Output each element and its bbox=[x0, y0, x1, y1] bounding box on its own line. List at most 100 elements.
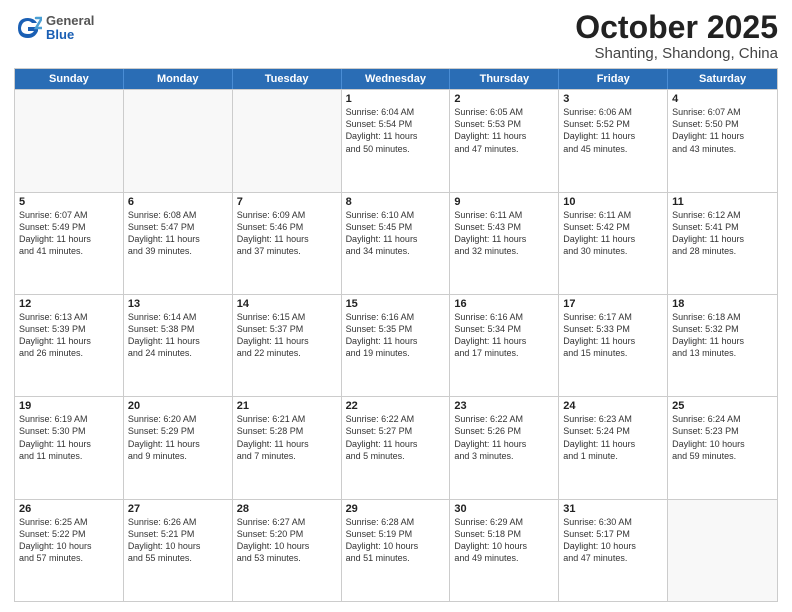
day-number: 31 bbox=[563, 503, 663, 515]
header-cell-sunday: Sunday bbox=[15, 69, 124, 89]
logo: General Blue bbox=[14, 14, 94, 43]
logo-general: General bbox=[46, 14, 94, 28]
day-number: 2 bbox=[454, 93, 554, 105]
day-info: Sunrise: 6:07 AM Sunset: 5:50 PM Dayligh… bbox=[672, 106, 773, 155]
day-info: Sunrise: 6:21 AM Sunset: 5:28 PM Dayligh… bbox=[237, 413, 337, 462]
day-info: Sunrise: 6:23 AM Sunset: 5:24 PM Dayligh… bbox=[563, 413, 663, 462]
calendar-cell: 31Sunrise: 6:30 AM Sunset: 5:17 PM Dayli… bbox=[559, 500, 668, 601]
day-number: 19 bbox=[19, 400, 119, 412]
day-info: Sunrise: 6:05 AM Sunset: 5:53 PM Dayligh… bbox=[454, 106, 554, 155]
day-number: 12 bbox=[19, 298, 119, 310]
day-info: Sunrise: 6:20 AM Sunset: 5:29 PM Dayligh… bbox=[128, 413, 228, 462]
calendar-row-2: 12Sunrise: 6:13 AM Sunset: 5:39 PM Dayli… bbox=[15, 294, 777, 396]
day-number: 4 bbox=[672, 93, 773, 105]
calendar-cell bbox=[15, 90, 124, 191]
header-cell-tuesday: Tuesday bbox=[233, 69, 342, 89]
day-number: 23 bbox=[454, 400, 554, 412]
location: Shanting, Shandong, China bbox=[575, 45, 778, 62]
calendar-cell: 5Sunrise: 6:07 AM Sunset: 5:49 PM Daylig… bbox=[15, 193, 124, 294]
day-info: Sunrise: 6:18 AM Sunset: 5:32 PM Dayligh… bbox=[672, 311, 773, 360]
day-number: 8 bbox=[346, 196, 446, 208]
calendar: SundayMondayTuesdayWednesdayThursdayFrid… bbox=[14, 68, 778, 602]
calendar-cell: 24Sunrise: 6:23 AM Sunset: 5:24 PM Dayli… bbox=[559, 397, 668, 498]
calendar-row-0: 1Sunrise: 6:04 AM Sunset: 5:54 PM Daylig… bbox=[15, 89, 777, 191]
day-number: 29 bbox=[346, 503, 446, 515]
day-number: 17 bbox=[563, 298, 663, 310]
day-number: 25 bbox=[672, 400, 773, 412]
day-info: Sunrise: 6:04 AM Sunset: 5:54 PM Dayligh… bbox=[346, 106, 446, 155]
day-number: 15 bbox=[346, 298, 446, 310]
calendar-cell: 12Sunrise: 6:13 AM Sunset: 5:39 PM Dayli… bbox=[15, 295, 124, 396]
day-number: 20 bbox=[128, 400, 228, 412]
day-info: Sunrise: 6:07 AM Sunset: 5:49 PM Dayligh… bbox=[19, 209, 119, 258]
calendar-cell: 7Sunrise: 6:09 AM Sunset: 5:46 PM Daylig… bbox=[233, 193, 342, 294]
calendar-header: SundayMondayTuesdayWednesdayThursdayFrid… bbox=[15, 69, 777, 89]
calendar-row-3: 19Sunrise: 6:19 AM Sunset: 5:30 PM Dayli… bbox=[15, 396, 777, 498]
day-number: 3 bbox=[563, 93, 663, 105]
header: General Blue October 2025 Shanting, Shan… bbox=[14, 10, 778, 62]
calendar-body: 1Sunrise: 6:04 AM Sunset: 5:54 PM Daylig… bbox=[15, 89, 777, 601]
calendar-cell: 6Sunrise: 6:08 AM Sunset: 5:47 PM Daylig… bbox=[124, 193, 233, 294]
day-info: Sunrise: 6:16 AM Sunset: 5:34 PM Dayligh… bbox=[454, 311, 554, 360]
day-info: Sunrise: 6:26 AM Sunset: 5:21 PM Dayligh… bbox=[128, 516, 228, 565]
calendar-cell: 18Sunrise: 6:18 AM Sunset: 5:32 PM Dayli… bbox=[668, 295, 777, 396]
calendar-cell: 10Sunrise: 6:11 AM Sunset: 5:42 PM Dayli… bbox=[559, 193, 668, 294]
calendar-cell: 3Sunrise: 6:06 AM Sunset: 5:52 PM Daylig… bbox=[559, 90, 668, 191]
month-title: October 2025 bbox=[575, 10, 778, 45]
day-info: Sunrise: 6:06 AM Sunset: 5:52 PM Dayligh… bbox=[563, 106, 663, 155]
calendar-cell: 2Sunrise: 6:05 AM Sunset: 5:53 PM Daylig… bbox=[450, 90, 559, 191]
day-info: Sunrise: 6:24 AM Sunset: 5:23 PM Dayligh… bbox=[672, 413, 773, 462]
calendar-row-4: 26Sunrise: 6:25 AM Sunset: 5:22 PM Dayli… bbox=[15, 499, 777, 601]
calendar-cell bbox=[668, 500, 777, 601]
header-cell-saturday: Saturday bbox=[668, 69, 777, 89]
day-info: Sunrise: 6:15 AM Sunset: 5:37 PM Dayligh… bbox=[237, 311, 337, 360]
calendar-cell: 16Sunrise: 6:16 AM Sunset: 5:34 PM Dayli… bbox=[450, 295, 559, 396]
day-number: 24 bbox=[563, 400, 663, 412]
day-info: Sunrise: 6:11 AM Sunset: 5:42 PM Dayligh… bbox=[563, 209, 663, 258]
day-info: Sunrise: 6:22 AM Sunset: 5:26 PM Dayligh… bbox=[454, 413, 554, 462]
calendar-cell: 8Sunrise: 6:10 AM Sunset: 5:45 PM Daylig… bbox=[342, 193, 451, 294]
calendar-cell: 9Sunrise: 6:11 AM Sunset: 5:43 PM Daylig… bbox=[450, 193, 559, 294]
calendar-cell: 28Sunrise: 6:27 AM Sunset: 5:20 PM Dayli… bbox=[233, 500, 342, 601]
calendar-cell: 20Sunrise: 6:20 AM Sunset: 5:29 PM Dayli… bbox=[124, 397, 233, 498]
page: General Blue October 2025 Shanting, Shan… bbox=[0, 0, 792, 612]
calendar-cell: 17Sunrise: 6:17 AM Sunset: 5:33 PM Dayli… bbox=[559, 295, 668, 396]
day-number: 9 bbox=[454, 196, 554, 208]
calendar-cell: 22Sunrise: 6:22 AM Sunset: 5:27 PM Dayli… bbox=[342, 397, 451, 498]
header-cell-monday: Monday bbox=[124, 69, 233, 89]
day-info: Sunrise: 6:11 AM Sunset: 5:43 PM Dayligh… bbox=[454, 209, 554, 258]
calendar-cell: 1Sunrise: 6:04 AM Sunset: 5:54 PM Daylig… bbox=[342, 90, 451, 191]
logo-icon bbox=[14, 14, 42, 42]
day-info: Sunrise: 6:13 AM Sunset: 5:39 PM Dayligh… bbox=[19, 311, 119, 360]
day-number: 5 bbox=[19, 196, 119, 208]
calendar-cell: 26Sunrise: 6:25 AM Sunset: 5:22 PM Dayli… bbox=[15, 500, 124, 601]
day-info: Sunrise: 6:17 AM Sunset: 5:33 PM Dayligh… bbox=[563, 311, 663, 360]
calendar-cell: 4Sunrise: 6:07 AM Sunset: 5:50 PM Daylig… bbox=[668, 90, 777, 191]
calendar-cell: 11Sunrise: 6:12 AM Sunset: 5:41 PM Dayli… bbox=[668, 193, 777, 294]
day-info: Sunrise: 6:29 AM Sunset: 5:18 PM Dayligh… bbox=[454, 516, 554, 565]
day-info: Sunrise: 6:08 AM Sunset: 5:47 PM Dayligh… bbox=[128, 209, 228, 258]
day-number: 28 bbox=[237, 503, 337, 515]
calendar-cell: 21Sunrise: 6:21 AM Sunset: 5:28 PM Dayli… bbox=[233, 397, 342, 498]
day-info: Sunrise: 6:14 AM Sunset: 5:38 PM Dayligh… bbox=[128, 311, 228, 360]
day-number: 30 bbox=[454, 503, 554, 515]
day-number: 22 bbox=[346, 400, 446, 412]
day-number: 21 bbox=[237, 400, 337, 412]
day-number: 11 bbox=[672, 196, 773, 208]
calendar-cell: 23Sunrise: 6:22 AM Sunset: 5:26 PM Dayli… bbox=[450, 397, 559, 498]
day-number: 16 bbox=[454, 298, 554, 310]
calendar-cell bbox=[233, 90, 342, 191]
calendar-cell: 27Sunrise: 6:26 AM Sunset: 5:21 PM Dayli… bbox=[124, 500, 233, 601]
day-info: Sunrise: 6:16 AM Sunset: 5:35 PM Dayligh… bbox=[346, 311, 446, 360]
day-number: 10 bbox=[563, 196, 663, 208]
day-info: Sunrise: 6:22 AM Sunset: 5:27 PM Dayligh… bbox=[346, 413, 446, 462]
day-info: Sunrise: 6:19 AM Sunset: 5:30 PM Dayligh… bbox=[19, 413, 119, 462]
day-number: 27 bbox=[128, 503, 228, 515]
day-info: Sunrise: 6:12 AM Sunset: 5:41 PM Dayligh… bbox=[672, 209, 773, 258]
day-info: Sunrise: 6:10 AM Sunset: 5:45 PM Dayligh… bbox=[346, 209, 446, 258]
calendar-cell: 30Sunrise: 6:29 AM Sunset: 5:18 PM Dayli… bbox=[450, 500, 559, 601]
day-number: 26 bbox=[19, 503, 119, 515]
day-number: 6 bbox=[128, 196, 228, 208]
day-number: 14 bbox=[237, 298, 337, 310]
day-number: 18 bbox=[672, 298, 773, 310]
